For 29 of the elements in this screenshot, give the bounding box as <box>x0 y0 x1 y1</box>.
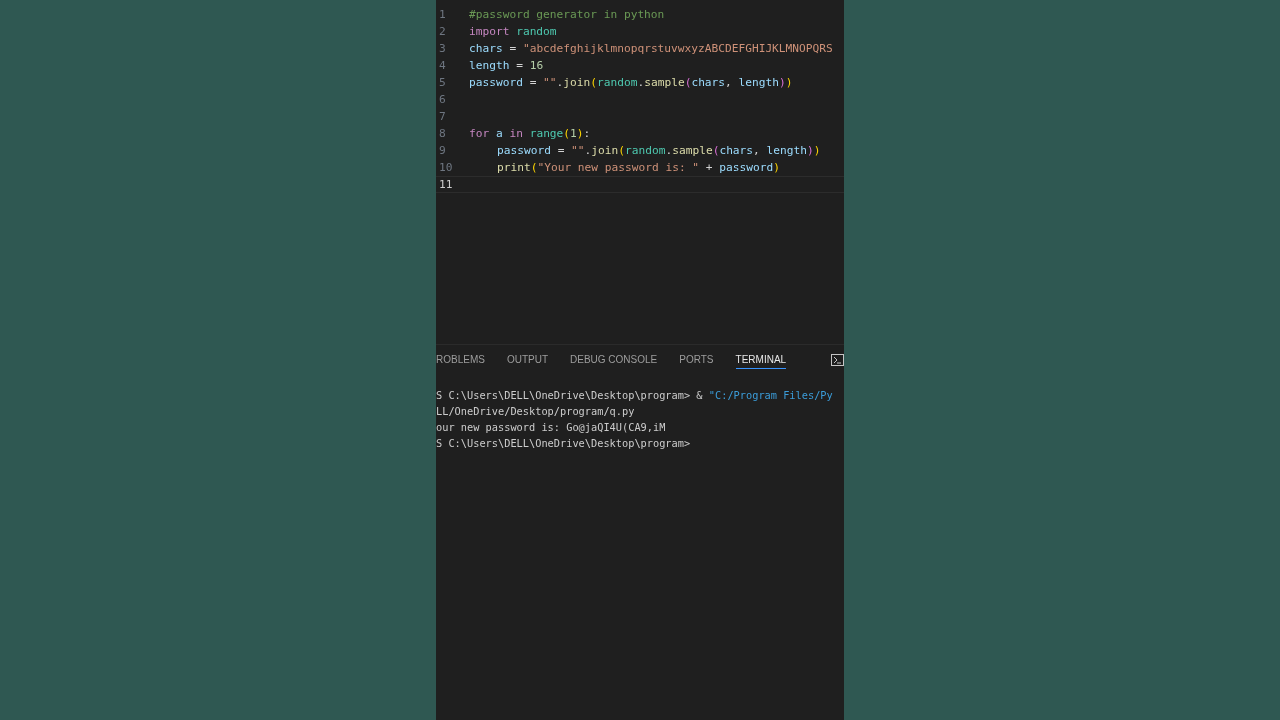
code-line: for a in range(1): <box>469 127 591 140</box>
terminal-line: LL/OneDrive/Desktop/program/q.py <box>436 404 636 419</box>
code-line: chars = "abcdefghijklmnopqrstuvwxyzABCDEFGHIJKLMNOPQRS <box>469 42 833 55</box>
terminal-line: S C:\Users\DELL\OneDrive\Desktop\program> <box>436 436 692 451</box>
line-number: 3 <box>438 42 447 55</box>
panel-tab[interactable]: ROBLEMS <box>436 351 485 369</box>
code-line: password = "".join(random.sample(chars, length)) <box>496 144 821 157</box>
line-number: 1 <box>438 8 447 21</box>
panel-tab[interactable]: PORTS <box>679 351 714 369</box>
code-line: password = "".join(random.sample(chars, length)) <box>469 76 793 89</box>
line-number: 6 <box>438 93 447 106</box>
line-number: 7 <box>438 110 447 123</box>
terminal-icon[interactable] <box>831 354 844 366</box>
line-number: 4 <box>438 59 447 72</box>
terminal-line: our new password is: Go@jaQI4U(CA9,iM <box>436 420 667 435</box>
panel-tab[interactable]: OUTPUT <box>506 351 548 369</box>
panel-tab[interactable]: TERMINAL <box>735 351 787 369</box>
code-line: length = 16 <box>469 59 544 72</box>
line-number: 9 <box>438 144 447 157</box>
code-line: import random <box>469 25 557 38</box>
panel-tab[interactable]: DEBUG CONSOLE <box>570 351 658 369</box>
line-number: 8 <box>438 127 447 140</box>
code-line: #password generator in python <box>469 8 665 21</box>
line-number: 2 <box>438 25 447 38</box>
line-number: 11 <box>438 178 454 191</box>
line-number: 10 <box>438 161 454 174</box>
line-number: 5 <box>438 76 447 89</box>
code-line: print("Your new password is: " + password) <box>496 161 780 174</box>
terminal-line: S C:\Users\DELL\OneDrive\Desktop\program> & "C:/Program Files/Py <box>436 388 834 403</box>
